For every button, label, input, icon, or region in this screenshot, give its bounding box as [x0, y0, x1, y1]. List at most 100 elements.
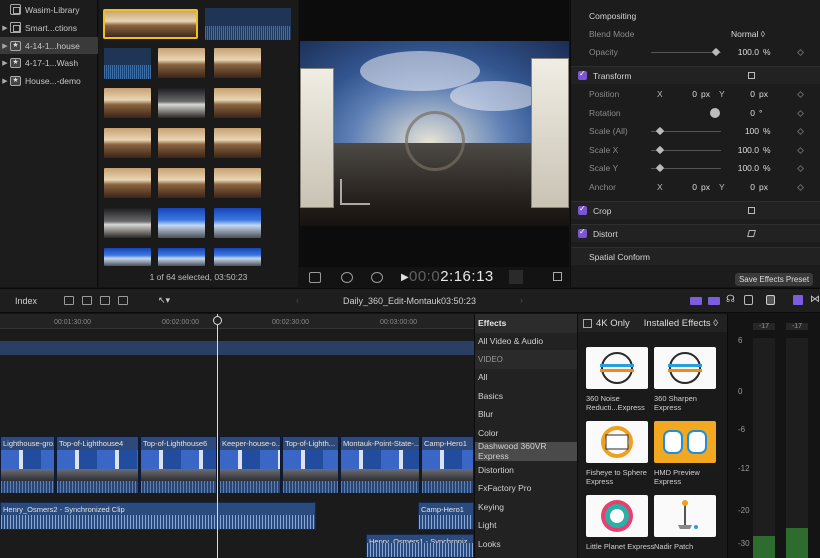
library-item-event-house[interactable]: ▶ ★ 4-14-1...house: [0, 37, 98, 54]
insert-clip-icon[interactable]: [82, 296, 92, 305]
timeline-clip[interactable]: Top-of-Lighthouse6: [140, 436, 217, 494]
clip-thumbnail[interactable]: [158, 248, 205, 266]
clip-thumbnail-audio[interactable]: [205, 8, 291, 40]
connect-clip-icon[interactable]: [64, 296, 74, 305]
effects-category[interactable]: All Video & Audio: [475, 332, 578, 351]
effect-thumbnail[interactable]: [586, 421, 648, 463]
index-button[interactable]: Index: [15, 296, 37, 306]
effect-thumbnail[interactable]: [654, 421, 716, 463]
effects-category[interactable]: Looks: [475, 535, 578, 554]
audio-clip[interactable]: Henry_Osmers2 - Synchronized Clip: [0, 502, 316, 530]
scale-x-slider-knob[interactable]: [655, 145, 665, 155]
effects-category[interactable]: Color: [475, 424, 578, 443]
playhead-handle[interactable]: [213, 316, 222, 325]
crop-section[interactable]: Crop: [571, 201, 820, 219]
effects-category[interactable]: All: [475, 368, 578, 387]
clip-thumbnail[interactable]: [214, 248, 261, 266]
blend-mode-select[interactable]: Normal ◊: [731, 29, 765, 39]
save-effects-preset-button[interactable]: Save Effects Preset: [735, 273, 813, 286]
distort-section[interactable]: Distort: [571, 224, 820, 242]
scale-y-value[interactable]: 100.0: [731, 163, 759, 173]
scale-y-slider-knob[interactable]: [655, 163, 665, 173]
effects-category[interactable]: FxFactory Pro: [475, 479, 578, 498]
four-k-checkbox[interactable]: [583, 318, 592, 328]
disclosure-triangle-icon[interactable]: ▶: [0, 42, 10, 50]
transform-onscreen-icon[interactable]: [748, 72, 755, 79]
effects-category[interactable]: Blur: [475, 405, 578, 424]
library-item-event-demo[interactable]: ▶ ★ House...-demo: [0, 72, 98, 89]
rotation-value[interactable]: 0: [731, 108, 755, 118]
library-item-event-wash[interactable]: ▶ ★ 4-17-1...Wash: [0, 54, 98, 71]
clip-appearance-icon[interactable]: [766, 295, 775, 305]
effects-category[interactable]: Keying: [475, 498, 578, 517]
timeline-clip[interactable]: Top-of-Lighth...: [282, 436, 339, 494]
clip-thumbnail[interactable]: [104, 248, 151, 266]
play-icon[interactable]: ▶: [401, 272, 409, 283]
clip-thumbnail[interactable]: [158, 88, 205, 118]
timeline-clip[interactable]: Keeper-house-o...: [219, 436, 281, 494]
skimming-icon[interactable]: [690, 297, 702, 305]
clip-thumbnail-selected[interactable]: [103, 9, 198, 39]
clip-thumbnail[interactable]: [214, 208, 261, 238]
clip-thumbnail[interactable]: [104, 128, 151, 158]
clip-thumbnail[interactable]: [158, 48, 205, 78]
clip-thumbnail[interactable]: [214, 48, 261, 78]
clip-thumbnail[interactable]: [214, 128, 261, 158]
clip-thumbnail[interactable]: [104, 168, 151, 198]
back-arrow-icon[interactable]: ‹: [296, 295, 299, 305]
effects-category[interactable]: Distortion: [475, 461, 578, 480]
clip-thumbnail[interactable]: [214, 168, 261, 198]
effect-thumbnail[interactable]: [654, 495, 716, 537]
effect-thumbnail[interactable]: [654, 347, 716, 389]
disclosure-triangle-icon[interactable]: ▶: [0, 59, 10, 67]
transform-tool-icon[interactable]: [341, 271, 353, 283]
timeline-clip[interactable]: Top-of-Lighthouse4: [56, 436, 139, 494]
anchor-y-value[interactable]: 0: [731, 182, 755, 192]
spatial-conform-section[interactable]: Spatial Conform: [571, 247, 820, 265]
scale-all-slider-knob[interactable]: [655, 126, 665, 136]
rotation-dial-icon[interactable]: [710, 108, 720, 118]
timeline-clip[interactable]: Montauk-Point-State-...: [340, 436, 420, 494]
timeline-ruler[interactable]: 00:01:30:00 00:02:00:00 00:02:30:00 00:0…: [0, 314, 474, 329]
clip-thumbnail[interactable]: [158, 208, 205, 238]
audio-clip[interactable]: Henry_Osmers1 - Synchroniz...: [366, 534, 474, 558]
effects-category[interactable]: Light: [475, 516, 578, 535]
transform-section[interactable]: Transform: [571, 66, 820, 84]
opacity-value[interactable]: 100.0: [731, 47, 759, 57]
distort-onscreen-icon[interactable]: [747, 230, 756, 237]
compositing-section[interactable]: Compositing: [571, 7, 820, 25]
timeline-clip[interactable]: Lighthouse-gro...: [0, 436, 55, 494]
opacity-slider-knob[interactable]: [711, 47, 721, 57]
crop-onscreen-icon[interactable]: [748, 207, 755, 214]
select-tool-icon[interactable]: ↖▾: [158, 295, 170, 306]
clip-thumbnail[interactable]: [214, 88, 261, 118]
keyframe-icon[interactable]: [796, 127, 805, 135]
keyframe-icon[interactable]: [796, 48, 805, 56]
clip-thumbnail[interactable]: [104, 88, 151, 118]
clip-thumbnail-audio[interactable]: [104, 48, 151, 79]
clip-thumbnail[interactable]: [158, 168, 205, 198]
connected-storyline[interactable]: [0, 341, 474, 355]
playhead[interactable]: [217, 314, 218, 558]
viewer-options-icon[interactable]: [309, 271, 321, 283]
effects-browser-icon[interactable]: [793, 295, 803, 305]
forward-arrow-icon[interactable]: ›: [520, 295, 523, 305]
library-item-wasim-library[interactable]: Wasim-Library: [0, 1, 98, 18]
transitions-icon[interactable]: ⋈: [810, 294, 820, 305]
effect-thumbnail[interactable]: [586, 347, 648, 389]
fullscreen-icon[interactable]: [553, 272, 562, 281]
viewer-360-frame[interactable]: [300, 41, 569, 226]
keyframe-icon[interactable]: [796, 109, 805, 117]
clip-thumbnail[interactable]: [104, 208, 151, 238]
opacity-slider[interactable]: [651, 52, 721, 53]
timeline-clip[interactable]: Camp-Hero1: [421, 436, 474, 494]
transform-checkbox[interactable]: [578, 69, 587, 80]
keyframe-icon[interactable]: [796, 146, 805, 154]
speed-icon[interactable]: [371, 271, 383, 283]
position-x-value[interactable]: 0: [673, 89, 697, 99]
keyframe-icon[interactable]: [796, 164, 805, 172]
effect-thumbnail[interactable]: [586, 495, 648, 537]
clip-thumbnail[interactable]: [158, 128, 205, 158]
audio-clip[interactable]: Camp-Hero1: [418, 502, 474, 530]
effects-category-selected[interactable]: Dashwood 360VR Express: [475, 441, 578, 461]
